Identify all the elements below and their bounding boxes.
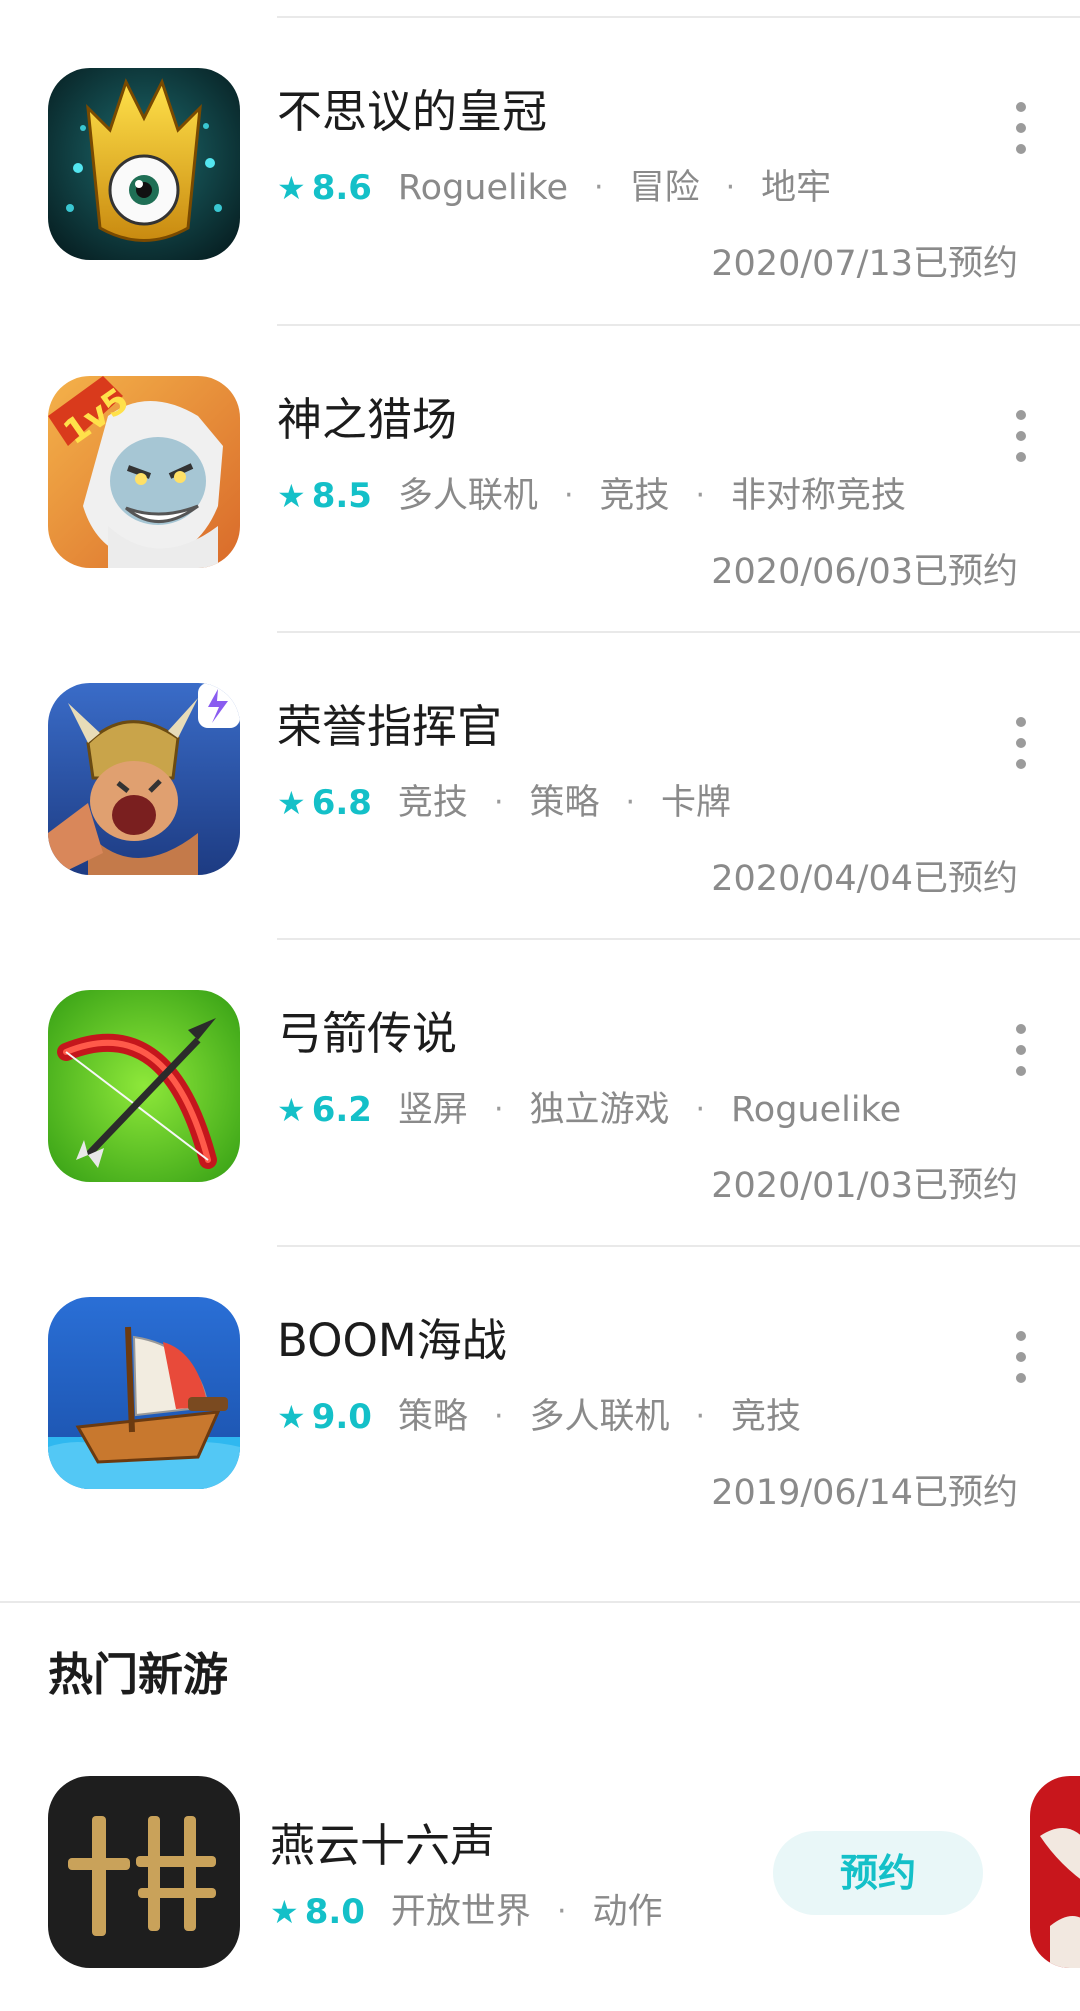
- game-row-1[interactable]: 不思议的皇冠 ★ 8.6 Roguelike · 冒险 · 地牢 2020/07…: [0, 18, 1080, 324]
- more-options-icon[interactable]: [1014, 1024, 1028, 1094]
- tag: 动作: [592, 1892, 663, 1932]
- game-row-4[interactable]: 弓箭传说 ★ 6.2 竖屏 · 独立游戏 · Roguelike 2020/01…: [0, 940, 1080, 1246]
- tag: 地牢: [761, 168, 832, 208]
- rating-value: 6.2: [311, 1090, 372, 1130]
- tag: 开放世界: [390, 1892, 531, 1932]
- rating-value: 9.0: [311, 1397, 372, 1437]
- more-options-icon[interactable]: [1014, 717, 1028, 787]
- tag: 竞技: [397, 783, 468, 823]
- tag-separator: ·: [725, 170, 736, 205]
- reserve-button[interactable]: 预约: [773, 1831, 983, 1915]
- star-icon: ★: [277, 169, 306, 207]
- tag: Roguelike: [731, 1090, 902, 1130]
- tag: 策略: [529, 783, 600, 823]
- tag: 竞技: [599, 476, 670, 516]
- zeus-1v5-icon[interactable]: 1v5: [48, 376, 240, 568]
- game-meta: ★ 6.8 竞技 · 策略 · 卡牌: [277, 779, 731, 827]
- tag-separator: ·: [695, 1092, 706, 1127]
- star-icon: ★: [277, 784, 306, 822]
- star-icon: ★: [270, 1893, 299, 1931]
- tag-separator: ·: [493, 785, 504, 820]
- star-icon: ★: [277, 477, 306, 515]
- game-name[interactable]: 弓箭传说: [277, 1004, 457, 1064]
- tag-separator: ·: [695, 478, 706, 513]
- bow-arrow-icon[interactable]: [48, 990, 240, 1182]
- game-meta: ★ 6.2 竖屏 · 独立游戏 · Roguelike: [277, 1086, 901, 1134]
- game-name[interactable]: 燕云十六声: [270, 1816, 495, 1876]
- game-meta: ★ 8.6 Roguelike · 冒险 · 地牢: [277, 164, 831, 212]
- yanyun-logo-icon[interactable]: [48, 1776, 240, 1968]
- tag: 竞技: [731, 1397, 802, 1437]
- tag: Roguelike: [397, 168, 569, 208]
- more-options-icon[interactable]: [1014, 410, 1028, 480]
- section-title: 热门新游: [48, 1648, 229, 1701]
- rating-value: 6.8: [311, 783, 372, 823]
- more-options-icon[interactable]: [1014, 102, 1028, 172]
- game-row-2[interactable]: 1v5 神之猎场 ★ 8.5 多人联机 · 竞技 · 非对称竞技 2020/06…: [0, 326, 1080, 632]
- game-meta: ★ 9.0 策略 · 多人联机 · 竞技: [277, 1393, 801, 1441]
- tag-separator: ·: [594, 170, 604, 205]
- tag-separator: ·: [493, 1399, 504, 1434]
- tag: 非对称竞技: [731, 476, 907, 516]
- reservation-date: 2020/01/03已预约: [711, 1166, 1018, 1206]
- tag: 卡牌: [661, 783, 732, 823]
- crown-cyclops-icon[interactable]: [48, 68, 240, 260]
- tag: 策略: [397, 1397, 468, 1437]
- viking-warrior-icon[interactable]: [48, 683, 240, 875]
- tag: 多人联机: [397, 476, 538, 516]
- tag: 冒险: [629, 168, 700, 208]
- game-row-3[interactable]: 荣誉指挥官 ★ 6.8 竞技 · 策略 · 卡牌 2020/04/04已预约: [0, 633, 1080, 939]
- rating-value: 8.0: [304, 1892, 365, 1932]
- tag: 竖屏: [397, 1090, 468, 1130]
- game-meta: ★ 8.0 开放世界 · 动作: [270, 1888, 663, 1936]
- reservation-date: 2020/07/13已预约: [711, 244, 1018, 284]
- tag-separator: ·: [493, 1092, 504, 1127]
- rating-value: 8.6: [311, 168, 372, 208]
- reservation-date: 2020/06/03已预约: [711, 552, 1018, 592]
- red-game-icon[interactable]: [1030, 1776, 1080, 1968]
- star-icon: ★: [277, 1091, 306, 1129]
- game-name[interactable]: 神之猎场: [277, 390, 457, 450]
- more-options-icon[interactable]: [1014, 1331, 1028, 1401]
- pirate-ship-icon[interactable]: [48, 1297, 240, 1489]
- game-name[interactable]: BOOM海战: [277, 1311, 507, 1371]
- game-name[interactable]: 不思议的皇冠: [277, 82, 547, 142]
- game-meta: ★ 8.5 多人联机 · 竞技 · 非对称竞技: [277, 472, 906, 520]
- tag: 独立游戏: [529, 1090, 670, 1130]
- game-row-5[interactable]: BOOM海战 ★ 9.0 策略 · 多人联机 · 竞技 2019/06/14已预…: [0, 1247, 1080, 1553]
- tag-separator: ·: [625, 785, 636, 820]
- reservation-date: 2020/04/04已预约: [711, 859, 1018, 899]
- reservation-date: 2019/06/14已预约: [711, 1473, 1018, 1513]
- tag-separator: ·: [556, 1894, 567, 1929]
- rating-value: 8.5: [311, 476, 372, 516]
- section-divider: [0, 1601, 1080, 1603]
- tag-separator: ·: [563, 478, 574, 513]
- star-icon: ★: [277, 1398, 306, 1436]
- tag: 多人联机: [529, 1397, 670, 1437]
- game-name[interactable]: 荣誉指挥官: [277, 697, 502, 757]
- tag-separator: ·: [695, 1399, 706, 1434]
